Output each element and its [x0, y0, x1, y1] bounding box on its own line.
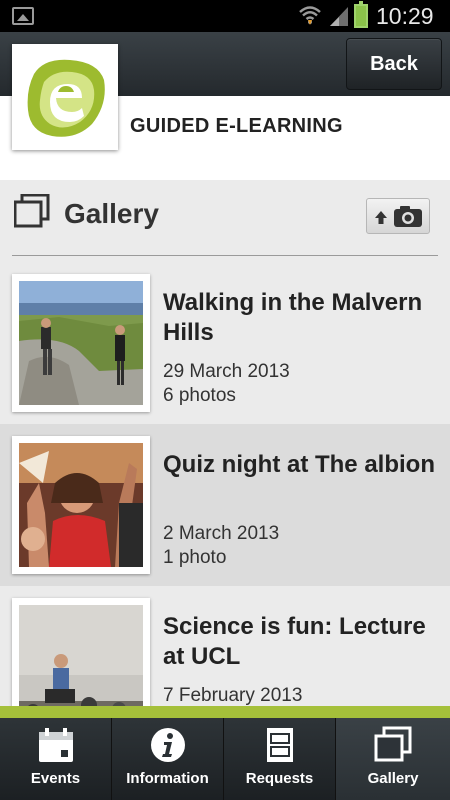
album-photo [19, 443, 143, 567]
tab-label: Requests [245, 770, 314, 787]
tab-label: Gallery [367, 770, 419, 787]
tab-requests[interactable]: Requests [224, 718, 336, 800]
album-item[interactable]: Walking in the Malvern Hills 29 March 20… [0, 262, 450, 424]
album-photo [19, 605, 143, 706]
upload-photo-icon [375, 206, 422, 227]
album-date: 7 February 2013 [163, 685, 303, 706]
gallery-title: Gallery [64, 198, 159, 229]
album-title: Science is fun: Lecture at UCL [163, 613, 426, 670]
album-title: Quiz night at The albion [163, 451, 435, 478]
image-notification-icon [12, 7, 34, 25]
tab-label: Events [30, 770, 81, 787]
album-date: 29 March 2013 [163, 361, 290, 382]
battery-icon [354, 1, 368, 28]
album-item[interactable]: Quiz night at The albion 2 March 2013 1 … [0, 424, 450, 586]
status-time: 10:29 [376, 3, 434, 29]
divider [12, 255, 438, 256]
album-title: Walking in the Malvern Hills [163, 289, 423, 346]
album-photo-count: 6 photos [163, 385, 236, 406]
tab-label: Information [126, 770, 209, 787]
app-logo [12, 44, 118, 150]
album-item[interactable]: Science is fun: Lecture at UCL 7 Februar… [0, 586, 450, 706]
album-list: Walking in the Malvern Hills 29 March 20… [0, 262, 450, 706]
album-thumbnail [12, 436, 150, 574]
calendar-icon [38, 728, 73, 762]
upload-photo-button[interactable] [366, 198, 430, 234]
bottom-tab-bar: Events Information Requests Gallery [0, 718, 450, 800]
app-title: GUIDED E-LEARNING [130, 115, 343, 137]
info-icon [150, 728, 185, 762]
gallery-header: Gallery [0, 180, 450, 258]
gallery-icon [374, 726, 412, 762]
album-photo-count: 1 photo [163, 547, 227, 568]
album-thumbnail [12, 274, 150, 412]
status-bar: 10:29 [0, 0, 450, 32]
gallery-icon [14, 194, 50, 228]
form-icon [266, 728, 293, 762]
tab-information[interactable]: Information [112, 718, 224, 800]
accent-strip [0, 706, 450, 718]
album-thumbnail [12, 598, 150, 706]
tab-gallery[interactable]: Gallery [336, 718, 450, 800]
signal-icon [330, 7, 348, 26]
album-photo [19, 281, 143, 405]
album-date: 2 March 2013 [163, 523, 280, 544]
back-button[interactable]: Back [346, 38, 442, 90]
wifi-icon [299, 6, 321, 25]
elearning-logo-icon [27, 59, 105, 137]
tab-events[interactable]: Events [0, 718, 112, 800]
